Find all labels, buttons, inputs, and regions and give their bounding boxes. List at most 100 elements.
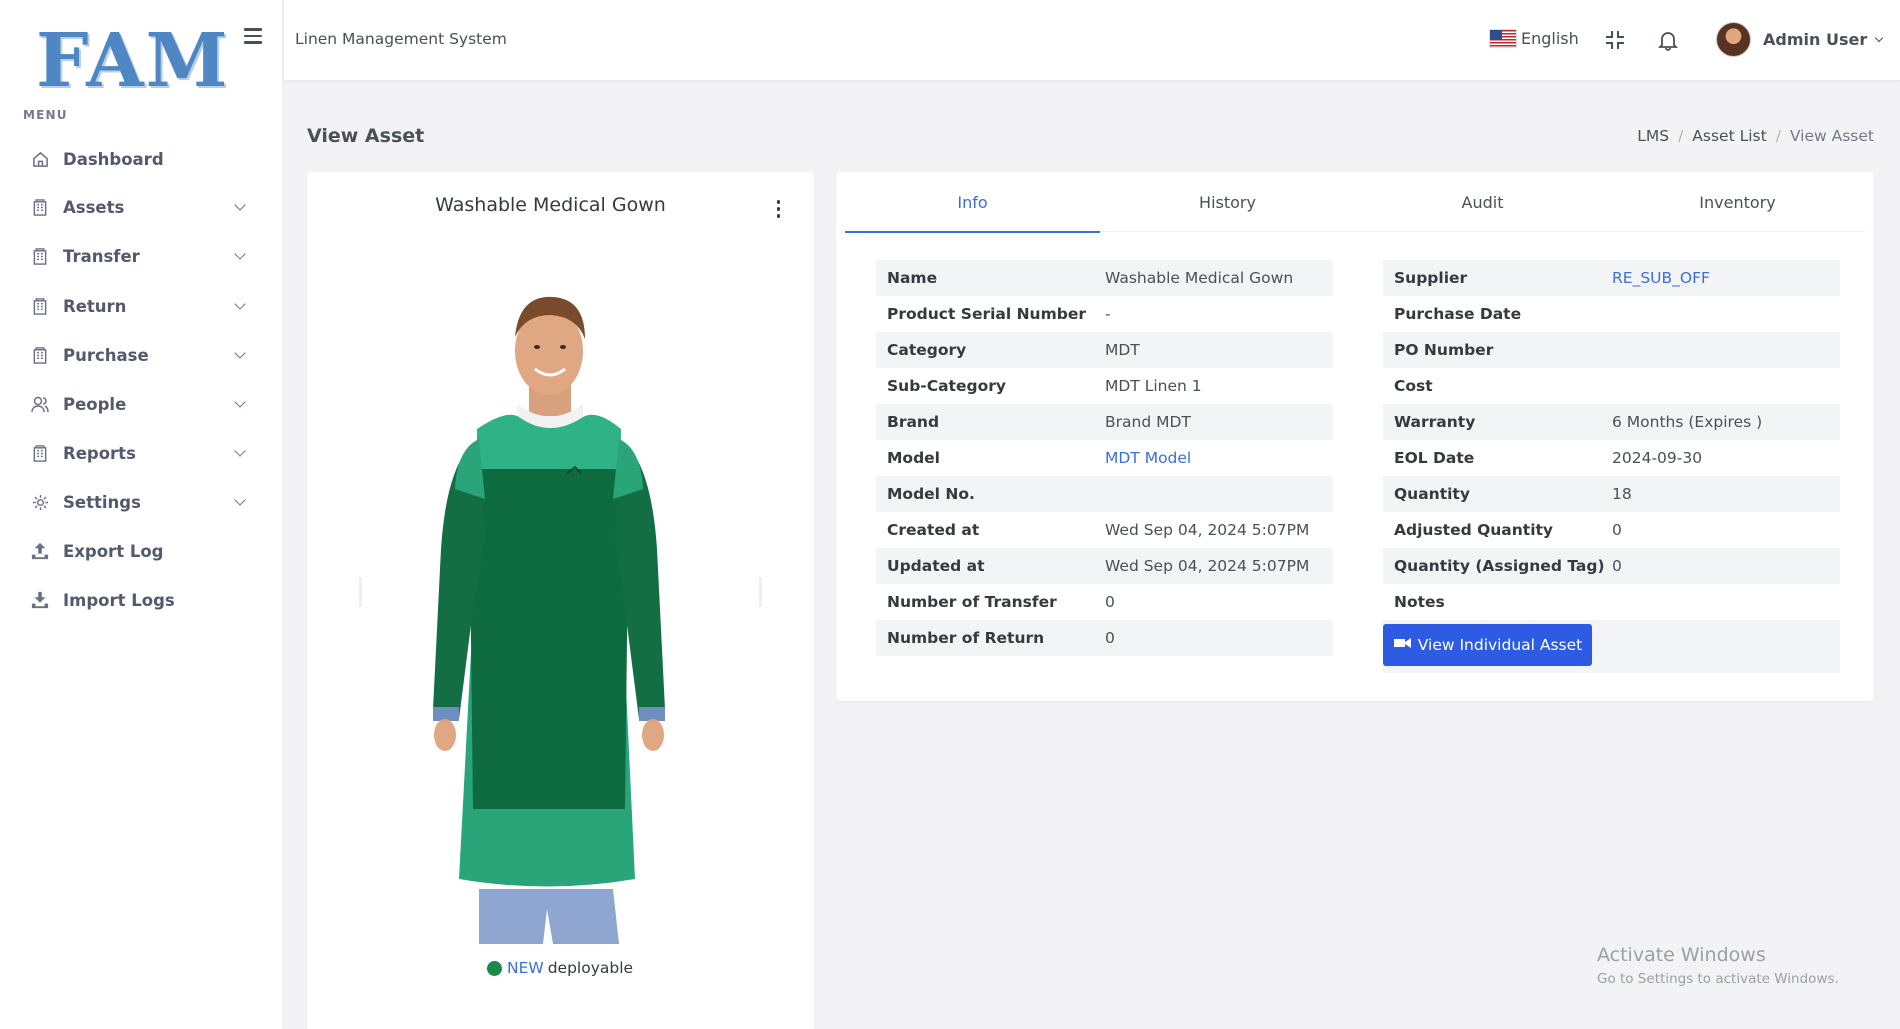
sidebar-item-reports[interactable]: Reports	[0, 429, 283, 477]
info-key: Supplier	[1394, 269, 1468, 287]
sidebar-item-purchase[interactable]: Purchase	[0, 331, 283, 379]
info-value-link[interactable]: MDT Model	[1105, 449, 1191, 467]
view-individual-asset-button[interactable]: View Individual Asset	[1383, 624, 1592, 666]
info-key: Warranty	[1394, 413, 1476, 431]
sidebar-item-label: Assets	[63, 197, 125, 217]
sidebar-item-label: People	[63, 394, 127, 414]
info-row: Model MDT Model	[876, 440, 1333, 476]
info-row: Product Serial Number -	[876, 296, 1333, 332]
info-key: PO Number	[1394, 341, 1494, 359]
info-value: 0	[1105, 593, 1115, 611]
info-key: Product Serial Number	[887, 305, 1086, 323]
asset-status: NEW deployable	[487, 959, 633, 977]
page-title: View Asset	[307, 125, 425, 147]
building-icon	[31, 346, 49, 364]
sidebar-item-label: Dashboard	[63, 149, 164, 169]
info-table-left: Name Washable Medical Gown Product Serial …	[876, 260, 1333, 656]
sidebar-item-export-log[interactable]: Export Log	[0, 527, 283, 575]
info-value: Wed Sep 04, 2024 5:07PM	[1105, 557, 1310, 575]
carousel-prev-button[interactable]	[359, 577, 362, 607]
info-value: 6 Months (Expires )	[1612, 413, 1763, 431]
tab-audit[interactable]: Audit	[1355, 172, 1610, 232]
info-row: Number of Transfer 0	[876, 584, 1333, 620]
sidebar-item-assets[interactable]: Assets	[0, 183, 283, 231]
info-row: Created at Wed Sep 04, 2024 5:07PM	[876, 512, 1333, 548]
info-row: Quantity 18	[1383, 476, 1840, 512]
status-text: deployable	[547, 959, 634, 977]
sidebar-item-label: Reports	[63, 443, 136, 463]
windows-activation-watermark: Activate Windows Go to Settings to activ…	[1597, 944, 1839, 987]
info-key: Number of Transfer	[887, 593, 1057, 611]
gear-icon	[31, 493, 49, 511]
info-key: Quantity	[1394, 485, 1470, 503]
info-value: Wed Sep 04, 2024 5:07PM	[1105, 521, 1310, 539]
download-icon	[31, 591, 49, 609]
tab-info[interactable]: Info	[845, 172, 1100, 233]
user-name: Admin User	[1763, 30, 1868, 49]
sidebar-item-label: Return	[63, 296, 127, 316]
info-value: Washable Medical Gown	[1105, 269, 1294, 287]
breadcrumb-current: View Asset	[1789, 127, 1874, 145]
user-menu[interactable]: Admin User	[1716, 22, 1884, 57]
info-key: Brand	[887, 413, 940, 431]
info-row: Supplier RE_SUB_OFF	[1383, 260, 1840, 296]
info-value: MDT	[1105, 341, 1140, 359]
info-value: -	[1105, 305, 1111, 323]
carousel-next-button[interactable]	[759, 577, 762, 607]
sidebar-item-settings[interactable]: Settings	[0, 478, 283, 526]
info-key: Name	[887, 269, 938, 287]
info-key: Updated at	[887, 557, 985, 575]
building-icon	[31, 198, 49, 216]
chevron-down-icon	[234, 445, 246, 457]
info-value-link[interactable]: RE_SUB_OFF	[1612, 269, 1710, 287]
sidebar-item-people[interactable]: People	[0, 380, 283, 428]
info-value: Brand MDT	[1105, 413, 1191, 431]
bell-icon[interactable]	[1656, 28, 1680, 52]
breadcrumb-asset-list[interactable]: Asset List	[1692, 127, 1766, 145]
info-row: Name Washable Medical Gown	[876, 260, 1333, 296]
more-options-icon[interactable]	[775, 200, 781, 218]
sidebar-item-label: Settings	[63, 492, 141, 512]
building-icon	[31, 444, 49, 462]
info-key: Number of Return	[887, 629, 1045, 647]
sidebar-item-dashboard[interactable]: Dashboard	[0, 135, 283, 183]
info-row: Brand Brand MDT	[876, 404, 1333, 440]
menu-title: MENU	[23, 108, 68, 122]
info-key: Cost	[1394, 377, 1433, 395]
breadcrumb-separator: /	[1775, 127, 1781, 145]
breadcrumb-separator: /	[1678, 127, 1684, 145]
tab-history[interactable]: History	[1100, 172, 1355, 232]
info-row: Updated at Wed Sep 04, 2024 5:07PM	[876, 548, 1333, 584]
info-row: Notes	[1383, 584, 1840, 620]
info-key: Model No.	[887, 485, 975, 503]
tab-inventory[interactable]: Inventory	[1610, 172, 1865, 232]
breadcrumb-lms[interactable]: LMS	[1637, 127, 1669, 145]
info-row: EOL Date 2024-09-30	[1383, 440, 1840, 476]
upload-icon	[31, 542, 49, 560]
building-icon	[31, 247, 49, 265]
info-row: Sub-Category MDT Linen 1	[876, 368, 1333, 404]
hamburger-menu-icon[interactable]	[244, 28, 262, 44]
chevron-down-icon	[234, 494, 246, 506]
button-label: View Individual Asset	[1417, 636, 1583, 654]
info-key: Quantity (Assigned Tag)	[1394, 557, 1605, 575]
sidebar-item-return[interactable]: Return	[0, 282, 283, 330]
collapse-fullscreen-icon[interactable]	[1603, 28, 1627, 52]
asset-details-card: Info History Audit Inventory Name Washabl…	[836, 172, 1874, 701]
chevron-down-icon	[234, 298, 246, 310]
fam-logo[interactable]: FAM	[36, 18, 230, 104]
language-selector[interactable]: English	[1489, 29, 1579, 48]
info-table-right: Supplier RE_SUB_OFF Purchase Date PO Number…	[1383, 260, 1840, 673]
sidebar-item-import-logs[interactable]: Import Logs	[0, 576, 283, 624]
sidebar-item-label: Export Log	[63, 541, 164, 561]
status-new-link[interactable]: NEW	[507, 959, 544, 977]
sidebar-item-label: Transfer	[63, 246, 140, 266]
avatar	[1716, 22, 1751, 57]
chevron-down-icon	[234, 396, 246, 408]
info-key: Notes	[1394, 593, 1445, 611]
asset-image-card: Washable Medical Gown NEW deployable	[307, 172, 814, 1029]
info-value: 0	[1612, 521, 1622, 539]
sidebar: FAM MENU Dashboard Assets Transfer Return Pu…	[0, 0, 283, 1029]
chevron-down-icon	[1874, 33, 1884, 42]
sidebar-item-transfer[interactable]: Transfer	[0, 232, 283, 280]
